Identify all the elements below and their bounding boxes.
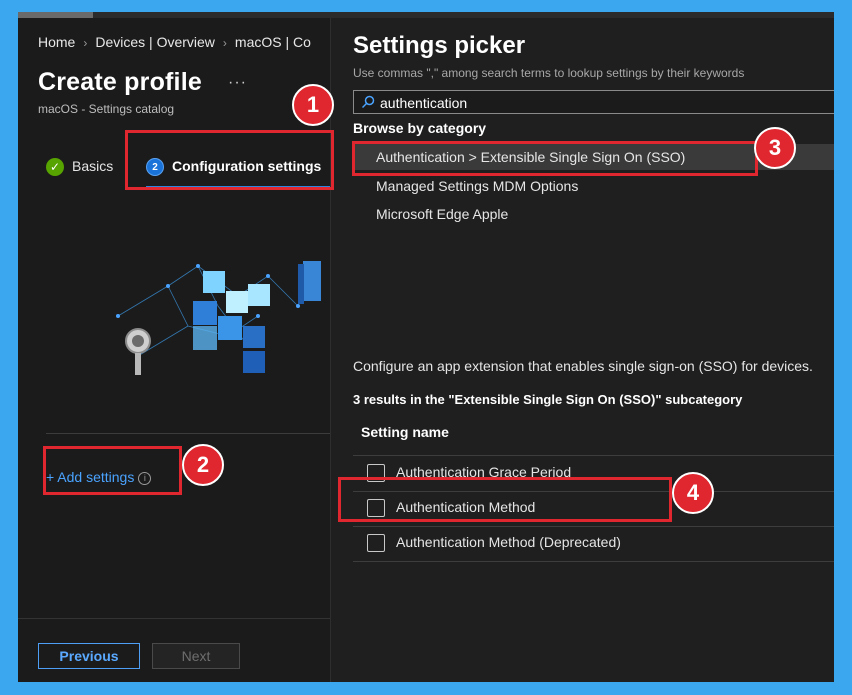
highlight-box-add-settings [43,446,182,495]
breadcrumb-devices[interactable]: Devices | Overview [95,34,215,50]
breadcrumb-macos[interactable]: macOS | Co [235,34,311,50]
breadcrumb: Home › Devices | Overview › macOS | Co [38,34,311,50]
step-marker-2: 2 [182,444,224,486]
highlight-box-setting [338,477,672,522]
tab-basics-label: Basics [72,158,114,174]
chevron-right-icon: › [83,36,88,50]
settings-illustration [116,261,321,375]
tab-basics[interactable]: ✓ Basics [46,158,114,177]
setting-checkbox[interactable] [367,534,385,552]
highlight-box-category [352,141,758,176]
browse-by-category-label: Browse by category [353,120,487,136]
category-item-managed-settings[interactable]: Managed Settings MDM Options [353,173,834,199]
settings-picker-pane: Settings picker Use commas "," among sea… [330,18,834,682]
row-divider [353,561,834,562]
footer-divider [18,618,330,619]
previous-button[interactable]: Previous [38,643,140,669]
highlight-box-configuration [125,130,334,190]
picker-hint: Use commas "," among search terms to loo… [353,66,745,80]
category-description: Configure an app extension that enables … [353,358,813,374]
results-count: 3 results in the "Extensible Single Sign… [353,392,743,407]
more-options-icon[interactable]: ··· [228,74,247,92]
step-marker-3: 3 [754,127,796,169]
page-title: Create profile [38,68,202,96]
search-value: authentication [380,95,468,111]
step-marker-4: 4 [672,472,714,514]
magnifier-icon [125,328,151,375]
next-button[interactable]: Next [152,643,240,669]
breadcrumb-home[interactable]: Home [38,34,75,50]
setting-label: Authentication Method (Deprecated) [396,534,621,550]
page-subtitle: macOS - Settings catalog [38,102,175,116]
column-header-setting-name[interactable]: Setting name [361,424,449,440]
divider [46,433,330,434]
setting-row[interactable]: Authentication Method (Deprecated) [353,526,834,560]
check-icon: ✓ [46,158,64,177]
picker-title: Settings picker [353,32,526,59]
app-window: Home › Devices | Overview › macOS | Co Creat… [18,12,834,682]
step-marker-1: 1 [292,84,334,126]
create-profile-pane: Home › Devices | Overview › macOS | Co Creat… [18,18,330,682]
search-input[interactable]: authentication [353,90,834,114]
search-icon [361,95,375,109]
chevron-right-icon: › [222,36,227,50]
category-item-edge[interactable]: Microsoft Edge Apple [353,201,834,227]
